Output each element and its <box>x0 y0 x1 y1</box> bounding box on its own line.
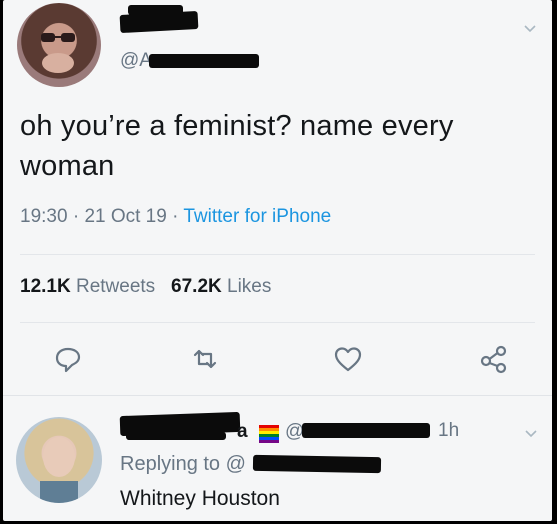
chevron-down-icon[interactable] <box>523 425 539 441</box>
divider <box>20 254 535 255</box>
reply-time: 1h <box>438 420 460 441</box>
tweet-stats: 12.1K Retweets 67.2K Likes <box>20 276 271 298</box>
tweet-date: 21 Oct 19 <box>84 206 167 227</box>
tweet-meta: 19:30 · 21 Oct 19 · Twitter for iPhone <box>20 206 331 228</box>
replying-to: Replying to @ <box>120 453 246 475</box>
tweet-time: 19:30 <box>20 206 68 227</box>
meta-separator: · <box>172 206 184 227</box>
retweet-icon[interactable] <box>190 344 220 374</box>
author-handle: @A <box>120 50 152 71</box>
replier-avatar-portrait-icon <box>40 437 78 503</box>
replier-handle-redaction <box>302 423 430 438</box>
author-avatar-sunglasses-icon <box>41 33 75 73</box>
author-avatar[interactable] <box>17 3 101 87</box>
chevron-down-icon[interactable] <box>522 20 538 36</box>
replier-name-suffix: a <box>237 421 248 442</box>
divider <box>3 395 552 396</box>
reply-icon[interactable] <box>53 344 83 374</box>
like-icon[interactable] <box>333 344 363 374</box>
pride-flag-icon <box>259 425 279 443</box>
tweet-source-link[interactable]: Twitter for iPhone <box>183 206 331 227</box>
meta-separator: · <box>72 206 85 227</box>
tweet-card: @A oh you’re a feminist? name every woma… <box>3 0 552 521</box>
reply-text: Whitney Houston <box>120 487 280 510</box>
author-handle-redaction <box>149 54 259 68</box>
author-name-redaction-2 <box>128 5 183 15</box>
replying-to-redaction <box>252 454 382 474</box>
retweets-stat[interactable]: 12.1K Retweets <box>20 276 155 297</box>
share-icon[interactable] <box>479 344 509 374</box>
replier-avatar[interactable] <box>16 417 102 503</box>
likes-stat[interactable]: 67.2K Likes <box>171 276 271 297</box>
tweet-text: oh you’re a feminist? name every woman <box>20 110 454 182</box>
divider <box>20 322 535 323</box>
replier-name-redaction-2 <box>126 432 226 440</box>
